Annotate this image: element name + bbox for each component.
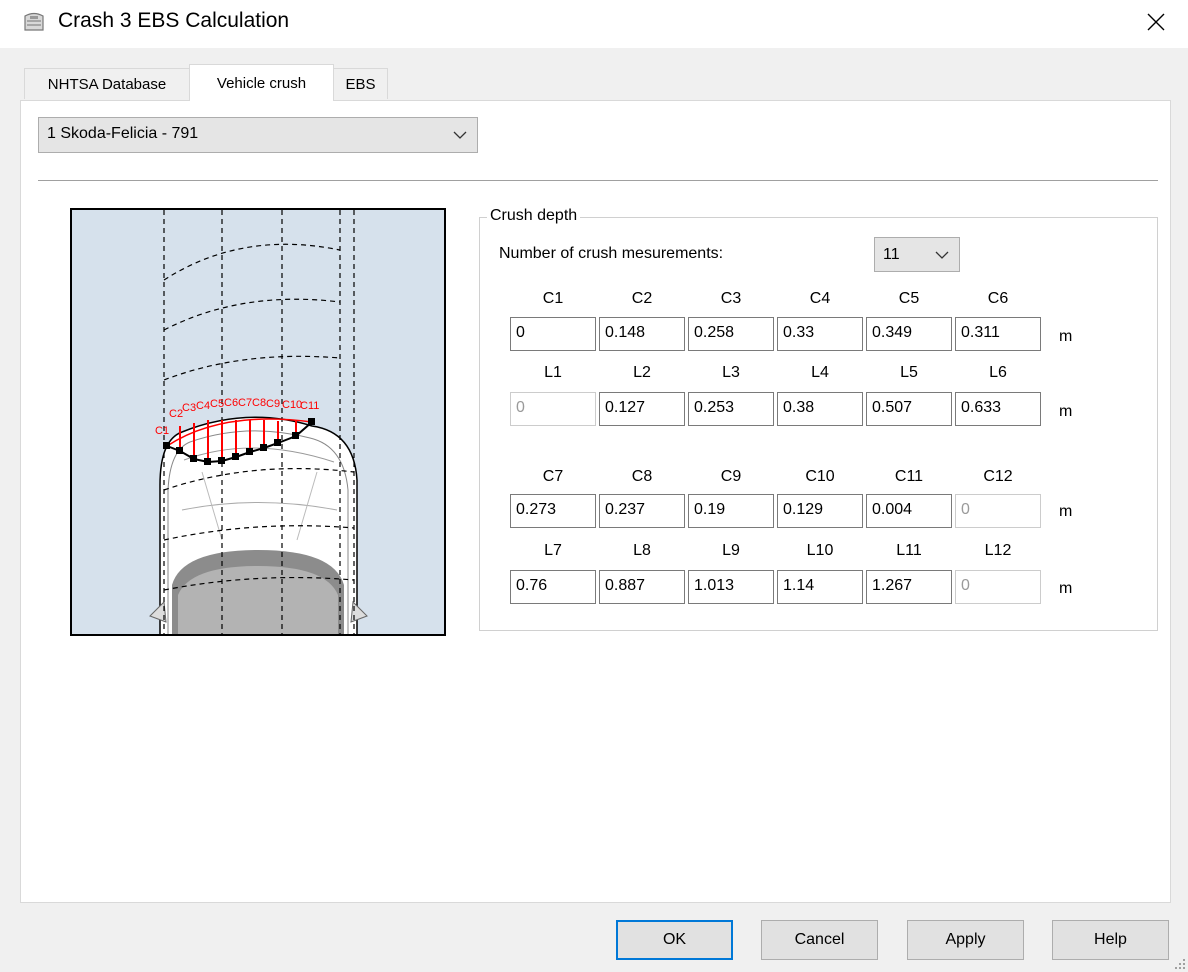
header-l5: L5 <box>900 364 918 381</box>
header-l7: L7 <box>544 542 562 559</box>
header-c5: C5 <box>898 290 920 307</box>
field-l2[interactable]: 0.127 <box>599 392 685 426</box>
separator <box>38 180 1158 181</box>
field-c10[interactable]: 0.129 <box>777 494 863 528</box>
field-l7[interactable]: 0.76 <box>510 570 596 604</box>
field-c12: 0 <box>955 494 1041 528</box>
field-c11[interactable]: 0.004 <box>866 494 952 528</box>
point-label-c5: C5 <box>210 398 224 410</box>
field-l4[interactable]: 0.38 <box>777 392 863 426</box>
field-c9[interactable]: 0.19 <box>688 494 774 528</box>
help-button[interactable]: Help <box>1052 920 1169 960</box>
unit-label: m <box>1059 328 1073 345</box>
header-c10: C10 <box>805 468 835 485</box>
field-l11[interactable]: 1.267 <box>866 570 952 604</box>
header-c11: C11 <box>894 468 924 485</box>
header-c4: C4 <box>809 290 831 307</box>
header-l9: L9 <box>722 542 740 559</box>
header-c8: C8 <box>631 468 653 485</box>
field-l9[interactable]: 1.013 <box>688 570 774 604</box>
header-c6: C6 <box>987 290 1009 307</box>
field-c8[interactable]: 0.237 <box>599 494 685 528</box>
field-c2[interactable]: 0.148 <box>599 317 685 351</box>
car-seat-icon <box>24 12 44 31</box>
car-top-view: C1 C2 C3 C4 C5 C6 C7 C8 C9 C10 C11 <box>149 210 368 634</box>
field-l3[interactable]: 0.253 <box>688 392 774 426</box>
num-measurements-value: 11 <box>883 246 900 263</box>
field-l5[interactable]: 0.507 <box>866 392 952 426</box>
point-label-c8: C8 <box>252 397 266 409</box>
cancel-button[interactable]: Cancel <box>761 920 878 960</box>
header-c3: C3 <box>720 290 742 307</box>
unit-label: m <box>1059 403 1073 420</box>
field-l8[interactable]: 0.887 <box>599 570 685 604</box>
field-l6[interactable]: 0.633 <box>955 392 1041 426</box>
point-label-c4: C4 <box>196 400 210 412</box>
field-l1: 0 <box>510 392 596 426</box>
header-c12: C12 <box>983 468 1013 485</box>
point-label-c2: C2 <box>169 408 183 420</box>
field-c5[interactable]: 0.349 <box>866 317 952 351</box>
tab-vehicle-crush[interactable]: Vehicle crush <box>189 64 334 101</box>
ok-button[interactable]: OK <box>616 920 733 960</box>
field-c4[interactable]: 0.33 <box>777 317 863 351</box>
header-c2: C2 <box>631 290 653 307</box>
header-l11: L11 <box>896 542 922 559</box>
num-measurements-select[interactable]: 11 <box>874 237 960 272</box>
header-l1: L1 <box>544 364 562 381</box>
tab-ebs[interactable]: EBS <box>333 68 388 99</box>
point-label-c1: C1 <box>155 425 169 437</box>
unit-label: m <box>1059 580 1073 597</box>
vehicle-crush-diagram: C1 C2 C3 C4 C5 C6 C7 C8 C9 C10 C11 <box>70 208 446 636</box>
crush-depth-title: Crush depth <box>487 207 581 225</box>
header-c9: C9 <box>720 468 742 485</box>
close-button[interactable] <box>1138 4 1174 40</box>
point-label-c9: C9 <box>266 398 280 410</box>
field-c1[interactable]: 0 <box>510 317 596 351</box>
field-c6[interactable]: 0.311 <box>955 317 1041 351</box>
tab-nhtsa-database[interactable]: NHTSA Database <box>24 68 190 99</box>
window-title: Crash 3 EBS Calculation <box>58 9 290 32</box>
close-icon <box>1147 13 1165 31</box>
header-l4: L4 <box>811 364 829 381</box>
point-label-c11: C11 <box>300 400 319 412</box>
header-l2: L2 <box>633 364 651 381</box>
vehicle-select-value: 1 Skoda-Felicia - 791 <box>47 125 199 142</box>
num-measurements-label: Number of crush mesurements: <box>499 245 724 262</box>
vehicle-select[interactable]: 1 Skoda-Felicia - 791 <box>38 117 478 153</box>
resize-grip-icon[interactable] <box>1174 958 1186 970</box>
point-label-c7: C7 <box>238 397 252 409</box>
apply-button[interactable]: Apply <box>907 920 1024 960</box>
header-c7: C7 <box>542 468 564 485</box>
point-label-c3: C3 <box>182 402 196 414</box>
header-l6: L6 <box>989 364 1007 381</box>
header-l8: L8 <box>633 542 651 559</box>
unit-label: m <box>1059 503 1073 520</box>
title-bar: Crash 3 EBS Calculation <box>0 0 1188 48</box>
header-c1: C1 <box>542 290 564 307</box>
field-l12: 0 <box>955 570 1041 604</box>
chevron-down-icon <box>453 131 467 139</box>
header-l12: L12 <box>984 542 1012 559</box>
field-c3[interactable]: 0.258 <box>688 317 774 351</box>
field-c7[interactable]: 0.273 <box>510 494 596 528</box>
header-l10: L10 <box>806 542 834 559</box>
point-label-c6: C6 <box>224 397 238 409</box>
chevron-down-icon <box>935 251 949 259</box>
field-l10[interactable]: 1.14 <box>777 570 863 604</box>
header-l3: L3 <box>722 364 740 381</box>
